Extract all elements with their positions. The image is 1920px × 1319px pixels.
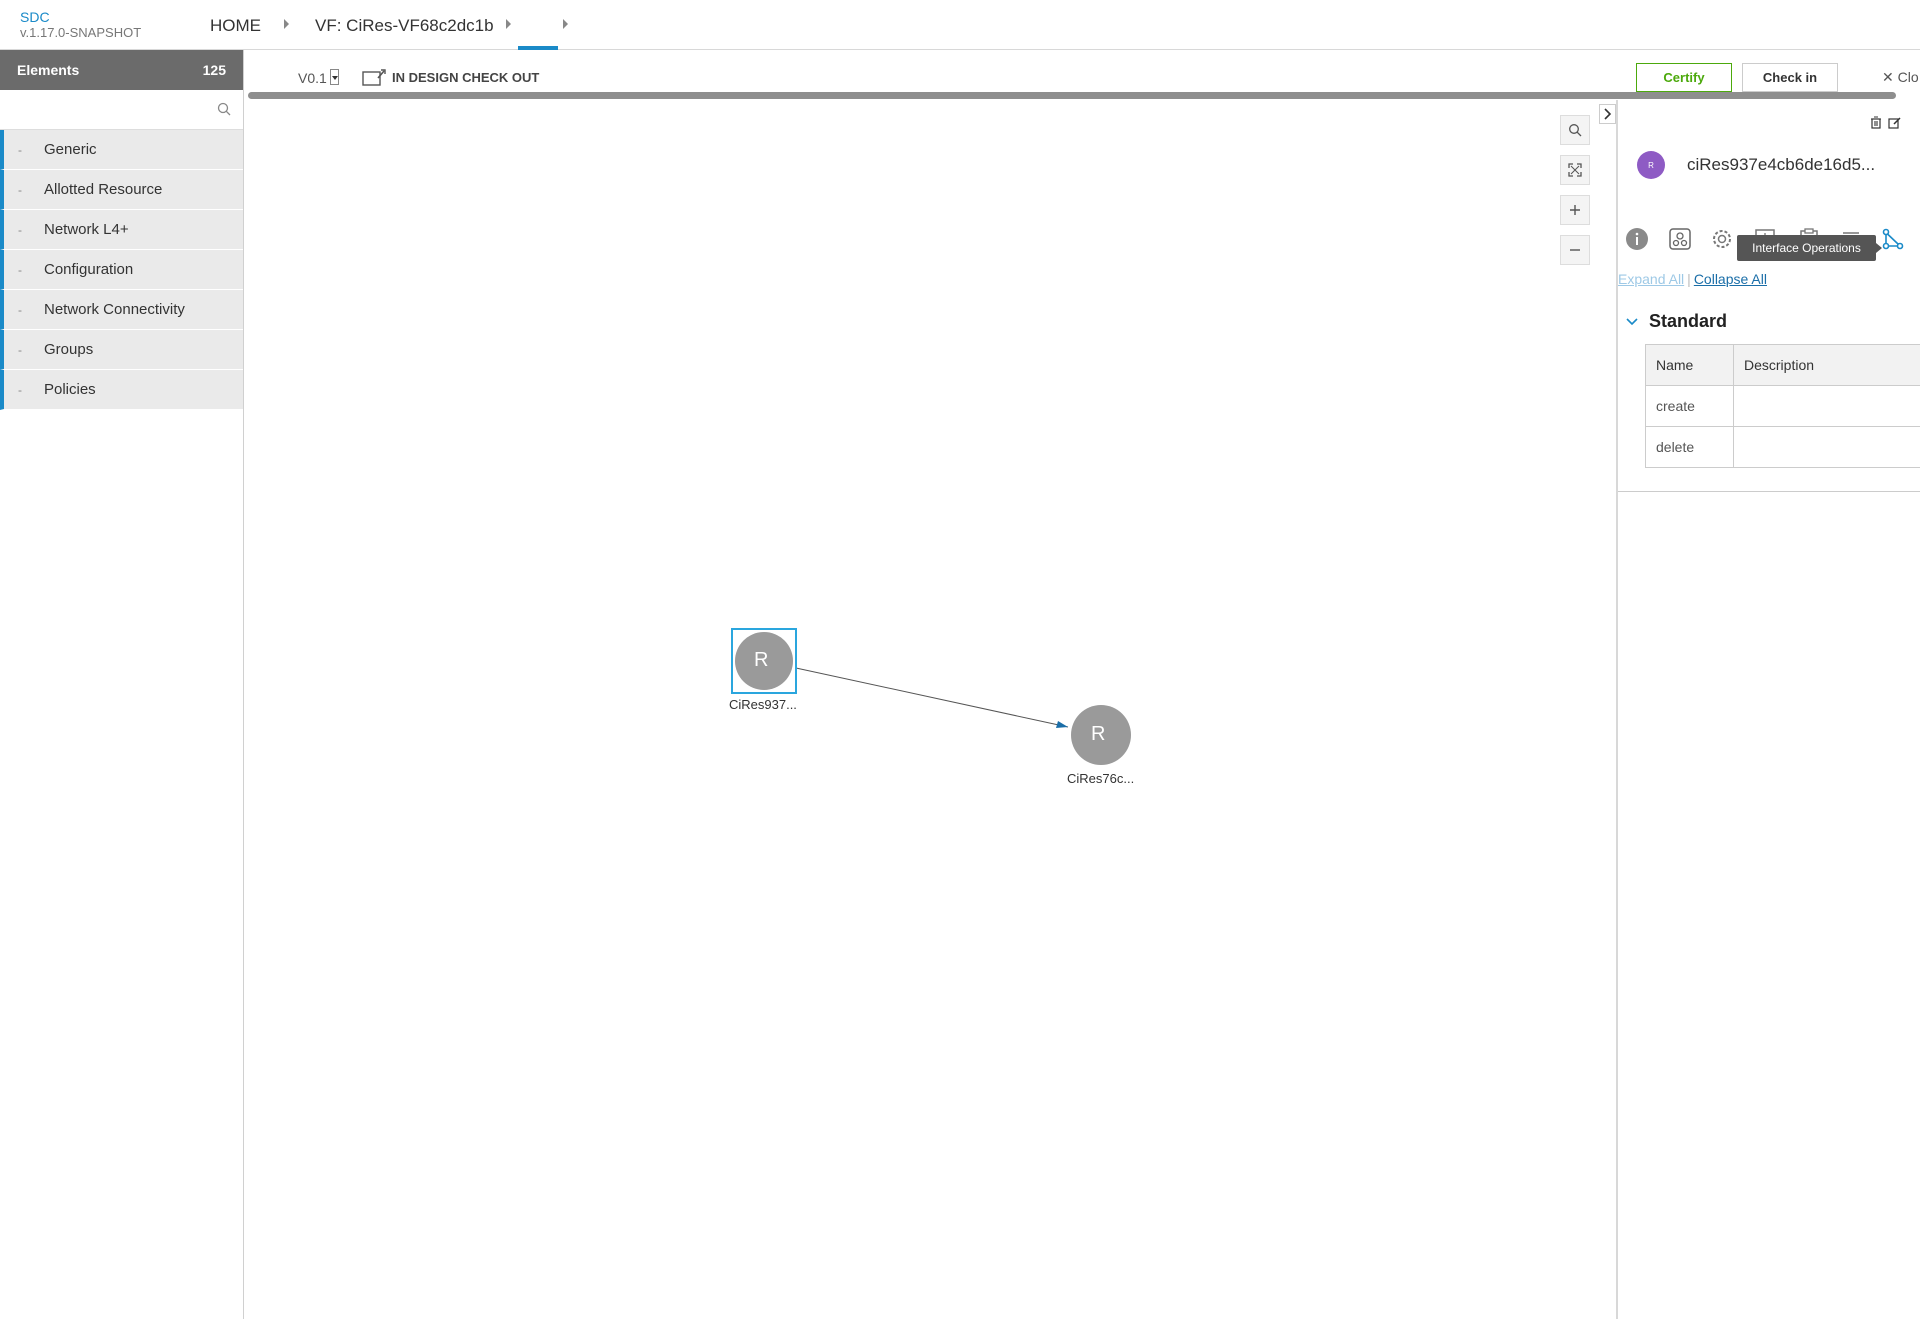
breadcrumb-home[interactable]: HOME — [210, 16, 261, 36]
chevron-right-icon[interactable] — [284, 19, 289, 29]
interface-operations-tooltip: Interface Operations — [1737, 235, 1882, 261]
operation-name: create — [1645, 385, 1734, 427]
plus-icon — [1570, 205, 1580, 215]
standard-section-header[interactable]: Standard — [1626, 311, 1727, 332]
top-header: SDC v.1.17.0-SNAPSHOT HOME VF: CiRes-VF6… — [0, 0, 1920, 50]
relation-edge[interactable] — [795, 667, 1069, 728]
elements-header: Elements 125 — [0, 50, 243, 90]
elements-title: Elements — [17, 62, 80, 78]
check-in-button[interactable]: Check in — [1742, 63, 1838, 92]
lifecycle-status: IN DESIGN CHECK OUT — [392, 70, 540, 85]
chevron-down-icon — [1626, 318, 1638, 326]
node-label: CiRes76c... — [1067, 771, 1135, 786]
column-header-description: Description — [1733, 344, 1920, 386]
operations-table: Name Description create delete — [1645, 344, 1920, 468]
info-icon[interactable] — [1624, 226, 1650, 252]
operation-name: delete — [1645, 426, 1734, 468]
search-icon[interactable] — [217, 102, 231, 121]
collapse-all-link[interactable]: Collapse All — [1694, 271, 1767, 287]
node-letter: R — [1091, 723, 1106, 745]
close-button[interactable]: ✕ Clo — [1882, 69, 1919, 86]
category-generic[interactable]: - Generic — [0, 130, 243, 170]
chevron-right-icon[interactable] — [506, 19, 511, 29]
category-network-l4[interactable]: - Network L4+ — [0, 210, 243, 250]
category-network-connectivity[interactable]: - Network Connectivity — [0, 290, 243, 330]
expand-collapse-links: Expand All | Collapse All — [1618, 271, 1767, 287]
node-letter: R — [754, 649, 769, 671]
trash-icon[interactable] — [1870, 116, 1882, 134]
elements-search — [0, 90, 243, 130]
table-row[interactable]: create — [1645, 385, 1920, 427]
category-label: Configuration — [44, 261, 134, 278]
collapse-dash-icon: - — [18, 182, 22, 197]
checkout-icon — [362, 69, 386, 92]
composition-canvas[interactable]: R R CiRes937... CiRes76c... — [245, 100, 1616, 1319]
collapse-dash-icon: - — [18, 222, 22, 237]
category-policies[interactable]: - Policies — [0, 370, 243, 410]
category-label: Allotted Resource — [44, 181, 163, 198]
composition-icon[interactable] — [1667, 226, 1693, 252]
horizontal-scrollbar[interactable] — [248, 92, 1896, 99]
collapse-panel-button[interactable] — [1599, 104, 1616, 124]
table-header-row: Name Description — [1645, 344, 1920, 386]
category-groups[interactable]: - Groups — [0, 330, 243, 370]
expand-all-link[interactable]: Expand All — [1618, 271, 1684, 287]
category-allotted-resource[interactable]: - Allotted Resource — [0, 170, 243, 210]
chevron-down-icon[interactable] — [330, 69, 339, 85]
search-icon — [1569, 124, 1582, 137]
collapse-dash-icon: - — [18, 142, 22, 157]
category-label: Network Connectivity — [44, 301, 185, 318]
certify-button[interactable]: Certify — [1636, 63, 1732, 92]
zoom-search-button[interactable] — [1560, 115, 1590, 145]
zoom-in-button[interactable] — [1560, 195, 1590, 225]
elements-search-input[interactable] — [0, 90, 200, 128]
elements-count: 125 — [202, 62, 226, 78]
collapse-dash-icon: - — [18, 342, 22, 357]
chevron-right-icon[interactable] — [563, 19, 568, 29]
elements-palette: Elements 125 - Generic - Allotted Resource… — [0, 50, 244, 1319]
expand-icon — [1568, 163, 1582, 177]
interface-operations-icon[interactable] — [1880, 226, 1906, 252]
details-panel: R ciRes937e4cb6de16d5... Interface Opera… — [1616, 100, 1920, 1319]
operation-description — [1733, 385, 1920, 427]
column-header-name: Name — [1645, 344, 1734, 386]
category-label: Policies — [44, 381, 96, 398]
fit-to-screen-button[interactable] — [1560, 155, 1590, 185]
link-separator: | — [1687, 271, 1691, 287]
edit-icon[interactable] — [1888, 116, 1901, 134]
workspace-toolbar: V0.1 IN DESIGN CHECK OUT Certify Check i… — [245, 50, 1920, 92]
version-select[interactable]: V0.1 — [298, 70, 327, 86]
close-icon: ✕ — [1882, 69, 1894, 85]
brand-version: v.1.17.0-SNAPSHOT — [20, 25, 142, 40]
brand[interactable]: SDC v.1.17.0-SNAPSHOT — [20, 9, 141, 41]
brand-name[interactable]: SDC — [20, 9, 141, 25]
minus-icon — [1570, 249, 1580, 251]
category-label: Generic — [44, 141, 97, 158]
zoom-out-button[interactable] — [1560, 235, 1590, 265]
panel-divider — [1618, 491, 1920, 492]
section-title: Standard — [1649, 311, 1728, 331]
collapse-dash-icon: - — [18, 262, 22, 277]
operation-description — [1733, 426, 1920, 468]
close-label: Clo — [1897, 69, 1919, 85]
category-label: Network L4+ — [44, 221, 129, 238]
component-icon: R — [1637, 151, 1665, 179]
component-name: ciRes937e4cb6de16d5... — [1687, 155, 1876, 174]
gear-icon[interactable] — [1709, 226, 1735, 252]
breadcrumb-vf[interactable]: VF: CiRes-VF68c2dc1b — [315, 16, 494, 36]
canvas-graph — [731, 628, 1131, 765]
table-row[interactable]: delete — [1645, 426, 1920, 468]
category-label: Groups — [44, 341, 94, 358]
edge-arrowhead-icon — [1056, 721, 1068, 728]
category-configuration[interactable]: - Configuration — [0, 250, 243, 290]
chevron-right-icon — [1603, 108, 1611, 120]
node-label: CiRes937... — [729, 697, 797, 712]
collapse-dash-icon: - — [18, 302, 22, 317]
collapse-dash-icon: - — [18, 382, 22, 397]
